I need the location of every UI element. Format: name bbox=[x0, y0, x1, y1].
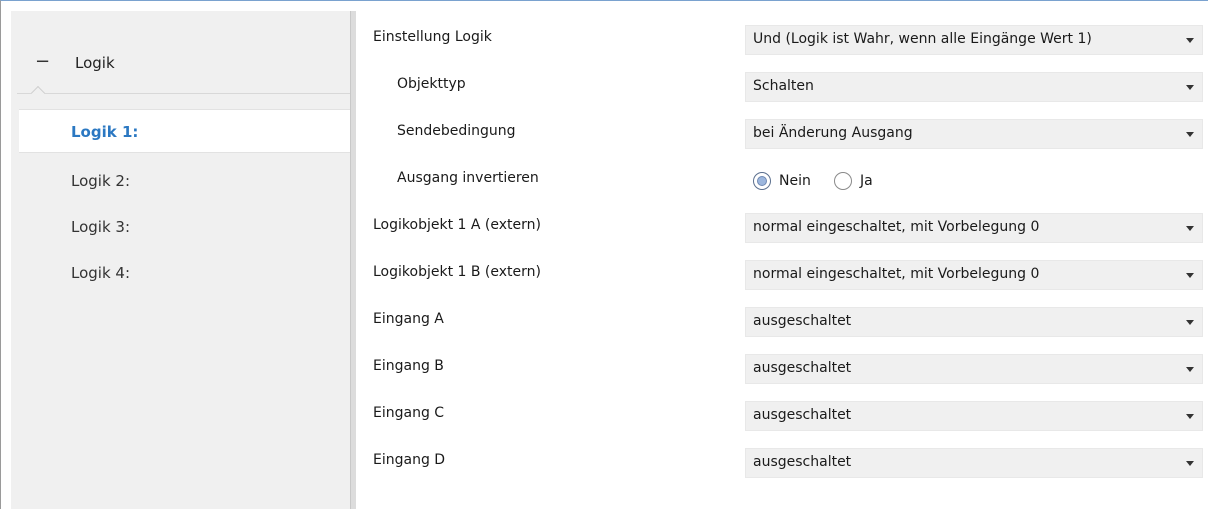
eingang-c-select[interactable]: ausgeschaltet bbox=[745, 401, 1203, 431]
param-row-eingang-b: Eingang B ausgeschaltet bbox=[357, 350, 1208, 386]
select-value: ausgeschaltet bbox=[753, 360, 852, 376]
chevron-down-icon bbox=[1186, 367, 1194, 372]
einstellung-logik-select[interactable]: Und (Logik ist Wahr, wenn alle Eingänge … bbox=[745, 25, 1203, 55]
param-label: Eingang D bbox=[373, 452, 446, 468]
parameter-window: − Logik Logik 1: Logik 2: Logik 3: Logik… bbox=[0, 0, 1208, 509]
logikobjekt-1a-select[interactable]: normal eingeschaltet, mit Vorbelegung 0 bbox=[745, 213, 1203, 243]
select-value: ausgeschaltet bbox=[753, 407, 852, 423]
param-row-einstellung-logik: Einstellung Logik Und (Logik ist Wahr, w… bbox=[357, 21, 1208, 57]
param-label: Eingang B bbox=[373, 358, 444, 374]
select-value: bei Änderung Ausgang bbox=[753, 125, 913, 141]
sidebar-item-logik-4[interactable]: Logik 4: bbox=[19, 251, 350, 295]
select-value: ausgeschaltet bbox=[753, 454, 852, 470]
chevron-down-icon bbox=[1186, 273, 1194, 278]
select-value: Schalten bbox=[753, 78, 814, 94]
select-value: normal eingeschaltet, mit Vorbelegung 0 bbox=[753, 219, 1040, 235]
param-label: Eingang C bbox=[373, 405, 445, 421]
chevron-down-icon bbox=[1186, 85, 1194, 90]
chevron-down-icon bbox=[1186, 38, 1194, 43]
param-row-ausgang-invertieren: Ausgang invertieren Nein Ja bbox=[357, 162, 1208, 198]
parameter-panel: Einstellung Logik Und (Logik ist Wahr, w… bbox=[357, 11, 1208, 509]
param-row-eingang-c: Eingang C ausgeschaltet bbox=[357, 397, 1208, 433]
param-label: Ausgang invertieren bbox=[397, 170, 539, 186]
eingang-b-select[interactable]: ausgeschaltet bbox=[745, 354, 1203, 384]
chevron-down-icon bbox=[1186, 226, 1194, 231]
param-label: Logikobjekt 1 A (extern) bbox=[373, 217, 541, 233]
tree-group-logik[interactable]: − Logik bbox=[17, 27, 354, 103]
param-label: Logikobjekt 1 B (extern) bbox=[373, 264, 541, 280]
sidebar-item-label: Logik 3: bbox=[71, 218, 131, 236]
chevron-down-icon bbox=[1186, 461, 1194, 466]
sidebar-item-logik-1[interactable]: Logik 1: bbox=[19, 109, 350, 153]
sendebedingung-select[interactable]: bei Änderung Ausgang bbox=[745, 119, 1203, 149]
objekttyp-select[interactable]: Schalten bbox=[745, 72, 1203, 102]
sidebar-splitter[interactable] bbox=[350, 11, 356, 509]
radio-ja[interactable]: Ja bbox=[834, 169, 873, 193]
chevron-down-icon bbox=[1186, 320, 1194, 325]
select-value: Und (Logik ist Wahr, wenn alle Eingänge … bbox=[753, 31, 1092, 47]
radio-checked-icon[interactable] bbox=[753, 172, 771, 190]
select-value: normal eingeschaltet, mit Vorbelegung 0 bbox=[753, 266, 1040, 282]
chevron-down-icon bbox=[1186, 132, 1194, 137]
param-label: Einstellung Logik bbox=[373, 29, 492, 45]
param-row-eingang-a: Eingang A ausgeschaltet bbox=[357, 303, 1208, 339]
sidebar-item-logik-3[interactable]: Logik 3: bbox=[19, 205, 350, 249]
param-label: Eingang A bbox=[373, 311, 444, 327]
sidebar-item-label: Logik 2: bbox=[71, 172, 131, 190]
param-row-eingang-d: Eingang D ausgeschaltet bbox=[357, 444, 1208, 480]
chevron-down-icon bbox=[1186, 414, 1194, 419]
param-label: Sendebedingung bbox=[397, 123, 516, 139]
param-label: Objekttyp bbox=[397, 76, 466, 92]
radio-unchecked-icon[interactable] bbox=[834, 172, 852, 190]
select-value: ausgeschaltet bbox=[753, 313, 852, 329]
sidebar: − Logik Logik 1: Logik 2: Logik 3: Logik… bbox=[11, 11, 354, 509]
radio-nein[interactable]: Nein bbox=[753, 169, 811, 193]
clipped-caption-strip bbox=[3, 1, 1203, 10]
sidebar-item-logik-2[interactable]: Logik 2: bbox=[19, 159, 350, 203]
param-row-objekttyp: Objekttyp Schalten bbox=[357, 68, 1208, 104]
logikobjekt-1b-select[interactable]: normal eingeschaltet, mit Vorbelegung 0 bbox=[745, 260, 1203, 290]
param-row-sendebedingung: Sendebedingung bei Änderung Ausgang bbox=[357, 115, 1208, 151]
param-row-logikobjekt-1a: Logikobjekt 1 A (extern) normal eingesch… bbox=[357, 209, 1208, 245]
sidebar-item-label: Logik 1: bbox=[71, 123, 139, 141]
param-row-logikobjekt-1b: Logikobjekt 1 B (extern) normal eingesch… bbox=[357, 256, 1208, 292]
eingang-d-select[interactable]: ausgeschaltet bbox=[745, 448, 1203, 478]
eingang-a-select[interactable]: ausgeschaltet bbox=[745, 307, 1203, 337]
tree-group-label: Logik bbox=[75, 54, 115, 72]
radio-label: Ja bbox=[860, 173, 873, 189]
radio-label: Nein bbox=[779, 173, 811, 189]
sidebar-item-label: Logik 4: bbox=[71, 264, 131, 282]
tree-separator bbox=[17, 93, 354, 94]
collapse-icon[interactable]: − bbox=[35, 51, 50, 72]
